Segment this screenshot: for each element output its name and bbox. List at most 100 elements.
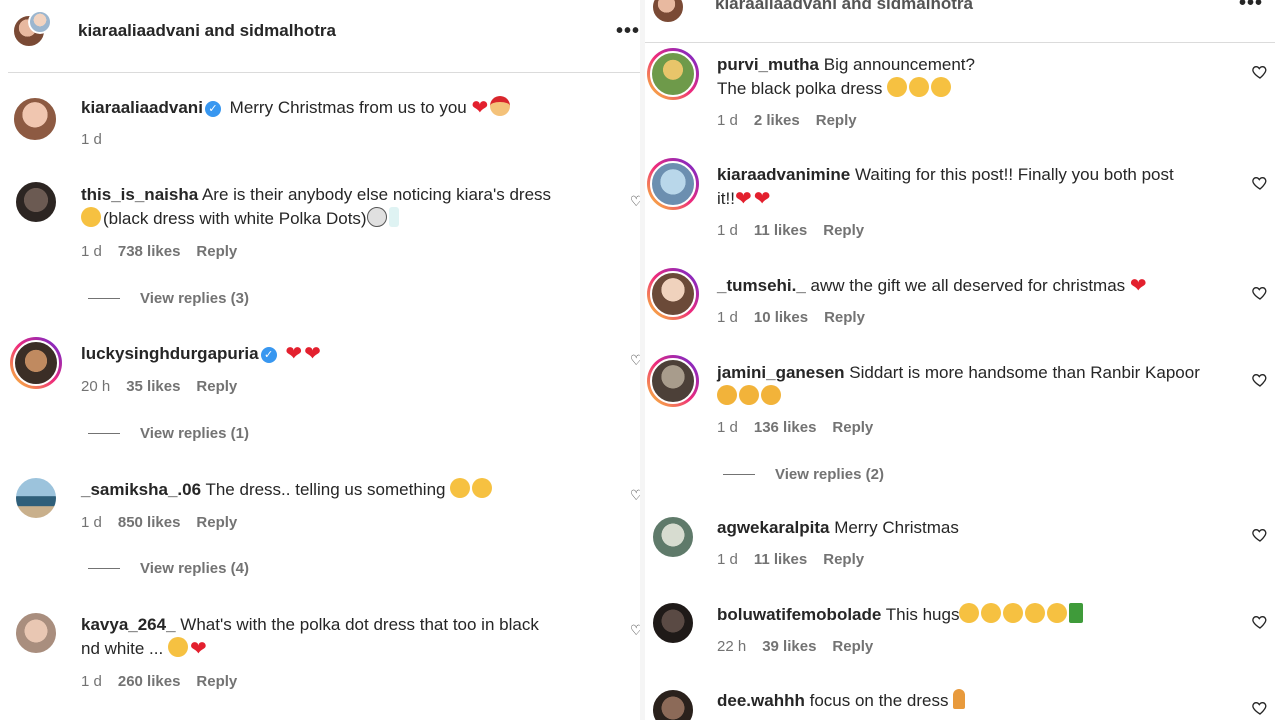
comment-text: _tumsehi._ aww the gift we all deserved … (717, 275, 1147, 297)
more-options-icon[interactable]: ••• (616, 20, 640, 43)
heart-outline-icon[interactable] (1252, 700, 1268, 716)
heart-outline-icon[interactable] (1252, 372, 1268, 388)
milk-bottle-emoji-icon (388, 207, 399, 227)
heart-outline-icon[interactable]: ♡ (630, 622, 640, 639)
christmas-tree-emoji-icon (1069, 603, 1084, 623)
more-options-icon[interactable]: ••• (1239, 0, 1263, 15)
right-comments-panel: kiaraaliaadvani and sidmalhotra ••• purv… (645, 0, 1280, 720)
red-heart-emoji-icon: ❤ (304, 343, 321, 365)
comment-username[interactable]: jamini_ganesen (717, 363, 845, 382)
likes-count[interactable]: 738 likes (118, 243, 181, 260)
reply-button[interactable]: Reply (823, 551, 864, 568)
red-heart-emoji-icon: ❤ (285, 343, 303, 365)
skull-emoji-icon (366, 207, 387, 227)
view-replies-line (723, 474, 755, 475)
comment-meta: 1 d 2 likes Reply (717, 112, 857, 129)
comment-username[interactable]: _tumsehi._ (717, 276, 806, 295)
caption-avatar[interactable] (12, 96, 58, 142)
red-heart-emoji-icon: ❤ (1129, 275, 1147, 297)
comment-meta: 1 d 738 likes Reply (81, 243, 238, 260)
comment-avatar[interactable] (10, 337, 62, 389)
comment-meta: 1 d 260 likes Reply (81, 673, 238, 690)
comment-username[interactable]: kavya_264_ (81, 615, 176, 634)
view-replies-button[interactable]: View replies (3) (88, 290, 249, 307)
comment-text: agwekaralpita Merry Christmas (717, 518, 959, 537)
left-comments-panel: kiaraaliaadvani and sidmalhotra ••• kiar… (0, 0, 640, 720)
thinking-emoji-icon (931, 77, 952, 97)
comment-avatar[interactable] (651, 601, 695, 645)
likes-count[interactable]: 2 likes (754, 112, 800, 129)
thinking-emoji-icon (909, 77, 930, 97)
comment-text: kavya_264_ What's with the polka dot dre… (81, 615, 539, 660)
red-heart-emoji-icon: ❤ (753, 188, 771, 210)
comment-avatar[interactable] (651, 515, 695, 559)
header-title[interactable]: kiaraaliaadvani and sidmalhotra (78, 21, 336, 41)
header-divider (645, 42, 1275, 43)
heart-outline-icon[interactable]: ♡ (630, 193, 640, 210)
likes-count[interactable]: 10 likes (754, 309, 808, 326)
comment-username[interactable]: kiaraadvanimine (717, 165, 850, 184)
comment-username[interactable]: _samiksha_.06 (81, 480, 201, 499)
likes-count[interactable]: 39 likes (762, 638, 816, 655)
no-mouth-emoji-icon (450, 478, 471, 498)
comment-meta: 22 h 39 likes Reply (717, 638, 874, 655)
header-title[interactable]: kiaraaliaadvani and sidmalhotra (715, 0, 973, 14)
reply-button[interactable]: Reply (832, 638, 873, 655)
view-replies-button[interactable]: View replies (1) (88, 425, 249, 442)
comment-avatar[interactable] (14, 180, 58, 224)
comment-text: this_is_naisha Are is their anybody else… (81, 185, 552, 228)
reply-button[interactable]: Reply (823, 222, 864, 239)
likes-count[interactable]: 136 likes (754, 419, 817, 436)
comment-username[interactable]: boluwatifemobolade (717, 605, 881, 624)
comment-username[interactable]: agwekaralpita (717, 518, 829, 537)
comment-meta: 20 h 35 likes Reply (81, 378, 238, 395)
verified-badge-icon: ✓ (204, 100, 221, 117)
likes-count[interactable]: 35 likes (126, 378, 180, 395)
view-replies-line (88, 433, 120, 434)
comment-username[interactable]: luckysinghdurgapuria (81, 344, 259, 363)
comment-avatar[interactable] (647, 355, 699, 407)
caption-body: Merry Christmas from us to you (229, 98, 467, 117)
view-replies-button[interactable]: View replies (4) (88, 560, 249, 577)
caption-time: 1 d (81, 131, 102, 148)
heart-outline-icon[interactable] (1252, 285, 1268, 301)
view-replies-button[interactable]: View replies (2) (723, 466, 884, 483)
comment-username[interactable]: dee.wahhh (717, 691, 805, 710)
heart-outline-icon[interactable] (1252, 527, 1268, 543)
likes-count[interactable]: 850 likes (118, 514, 181, 531)
comment-avatar[interactable] (14, 611, 58, 655)
comment-avatar[interactable] (647, 158, 699, 210)
heart-outline-icon[interactable] (1252, 64, 1268, 80)
comment-avatar[interactable] (647, 48, 699, 100)
red-heart-emoji-icon: ❤ (189, 638, 207, 660)
comment-username[interactable]: purvi_mutha (717, 55, 819, 74)
heart-outline-icon[interactable] (1252, 175, 1268, 191)
reply-button[interactable]: Reply (196, 243, 237, 260)
comment-username[interactable]: this_is_naisha (81, 185, 198, 204)
comment-avatar[interactable] (651, 688, 695, 720)
reply-button[interactable]: Reply (196, 514, 237, 531)
caption-text: kiaraaliaadvani ✓ Merry Christmas from us… (81, 96, 621, 120)
caption-username[interactable]: kiaraaliaadvani (81, 98, 203, 117)
crying-emoji-icon (167, 637, 188, 657)
reply-button[interactable]: Reply (824, 309, 865, 326)
likes-count[interactable]: 11 likes (754, 551, 807, 568)
header-avatar[interactable] (651, 0, 685, 24)
header-avatar-secondary[interactable] (28, 10, 52, 34)
likes-count[interactable]: 260 likes (118, 673, 181, 690)
comment-avatar[interactable] (14, 476, 58, 520)
heart-outline-icon[interactable]: ♡ (630, 487, 640, 504)
comment-avatar[interactable] (647, 268, 699, 320)
heart-outline-icon[interactable]: ♡ (630, 352, 640, 369)
reply-button[interactable]: Reply (196, 673, 237, 690)
verified-badge-icon: ✓ (260, 346, 277, 363)
red-heart-emoji-icon: ❤ (471, 97, 489, 119)
heart-outline-icon[interactable] (1252, 614, 1268, 630)
reply-button[interactable]: Reply (832, 419, 873, 436)
reply-button[interactable]: Reply (196, 378, 237, 395)
crying-emoji-icon (1003, 603, 1024, 623)
person-emoji-icon (953, 689, 966, 709)
likes-count[interactable]: 11 likes (754, 222, 807, 239)
flushed-emoji-icon (81, 207, 101, 227)
reply-button[interactable]: Reply (816, 112, 857, 129)
